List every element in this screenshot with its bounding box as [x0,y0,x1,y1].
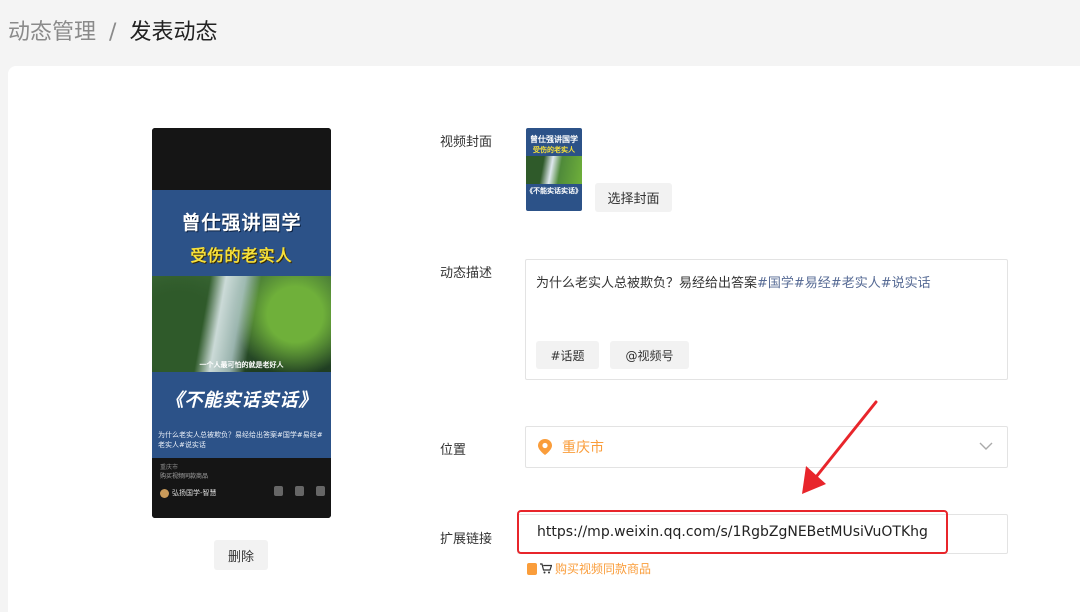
thumb-subtitle: 受伤的老实人 [533,146,575,154]
preview-photo-caption: 一个人最可怕的就是老好人 [199,361,284,369]
breadcrumb: 动态管理 / 发表动态 [8,14,217,46]
extension-link-label: 扩展链接 [440,532,493,547]
extension-link-input[interactable] [537,524,997,540]
avatar [160,488,169,498]
cart-icon [540,563,552,574]
location-label: 位置 [440,443,467,458]
location-pin-icon [538,439,552,455]
thumb-photo [526,156,582,184]
preview-title-block: 曾仕强讲国学 受伤的老实人 [152,190,331,276]
description-label: 动态描述 [440,266,493,281]
preview-location: 重庆市 [160,464,179,471]
preview-actions [274,486,325,496]
page-title: 发表动态 [129,20,218,45]
buy-product-link[interactable]: 购买视频同款商品 [527,560,651,577]
buy-product-label: 购买视频同款商品 [555,562,652,576]
preview-top-bar [152,128,331,190]
arrow-annotation-icon [802,400,878,494]
preview-author-name: 弘扬国学-智慧 [172,489,217,497]
comment-icon [316,486,325,496]
delete-button[interactable]: 删除 [214,540,268,570]
preview-shop-link: 购买视频同款商品 [160,473,209,480]
topic-button[interactable]: #话题 [536,341,599,369]
preview-cover-title2: 《不能实话实话》 [165,390,318,411]
share-icon [274,486,283,496]
choose-cover-button[interactable]: 选择封面 [595,183,672,212]
breadcrumb-parent[interactable]: 动态管理 [8,20,96,45]
description-body: 为什么老实人总被欺负？易经给出答案 [536,276,758,291]
mention-channel-button[interactable]: @视频号 [610,341,689,369]
location-value: 重庆市 [562,440,604,456]
product-icon [527,562,537,575]
location-select[interactable]: 重庆市 [525,426,1008,468]
like-icon [295,486,304,496]
description-text[interactable]: 为什么老实人总被欺负？易经给出答案#国学#易经#老实人#说实话 [536,272,931,291]
preview-footer: 重庆市 购买视频同款商品 弘扬国学-智慧 [152,458,331,518]
thumb-title2: 《不能实话实话》 [526,187,582,195]
preview-title2-block: 《不能实话实话》 [152,372,331,428]
chevron-down-icon[interactable] [979,439,993,453]
preview-photo: 一个人最可怕的就是老好人 [152,276,331,372]
cover-label: 视频封面 [440,135,493,150]
thumb-title: 曾仕强讲国学 [530,135,578,144]
description-tags[interactable]: #国学#易经#老实人#说实话 [757,276,931,291]
video-preview[interactable]: 曾仕强讲国学 受伤的老实人 一个人最可怕的就是老好人 《不能实话实话》 为什么老… [152,128,331,518]
cover-thumbnail[interactable]: 曾仕强讲国学 受伤的老实人 《不能实话实话》 [526,128,582,211]
breadcrumb-separator: / [109,20,117,45]
preview-cover-subtitle: 受伤的老实人 [190,246,293,265]
preview-cover-title: 曾仕强讲国学 [181,212,302,234]
description-field[interactable]: 为什么老实人总被欺负？易经给出答案#国学#易经#老实人#说实话 #话题 @视频号 [525,259,1008,380]
preview-author: 弘扬国学-智慧 [160,488,217,498]
preview-caption: 为什么老实人总被欺负？易经给出答案#国学#易经#老实人#说实话 [152,428,331,458]
